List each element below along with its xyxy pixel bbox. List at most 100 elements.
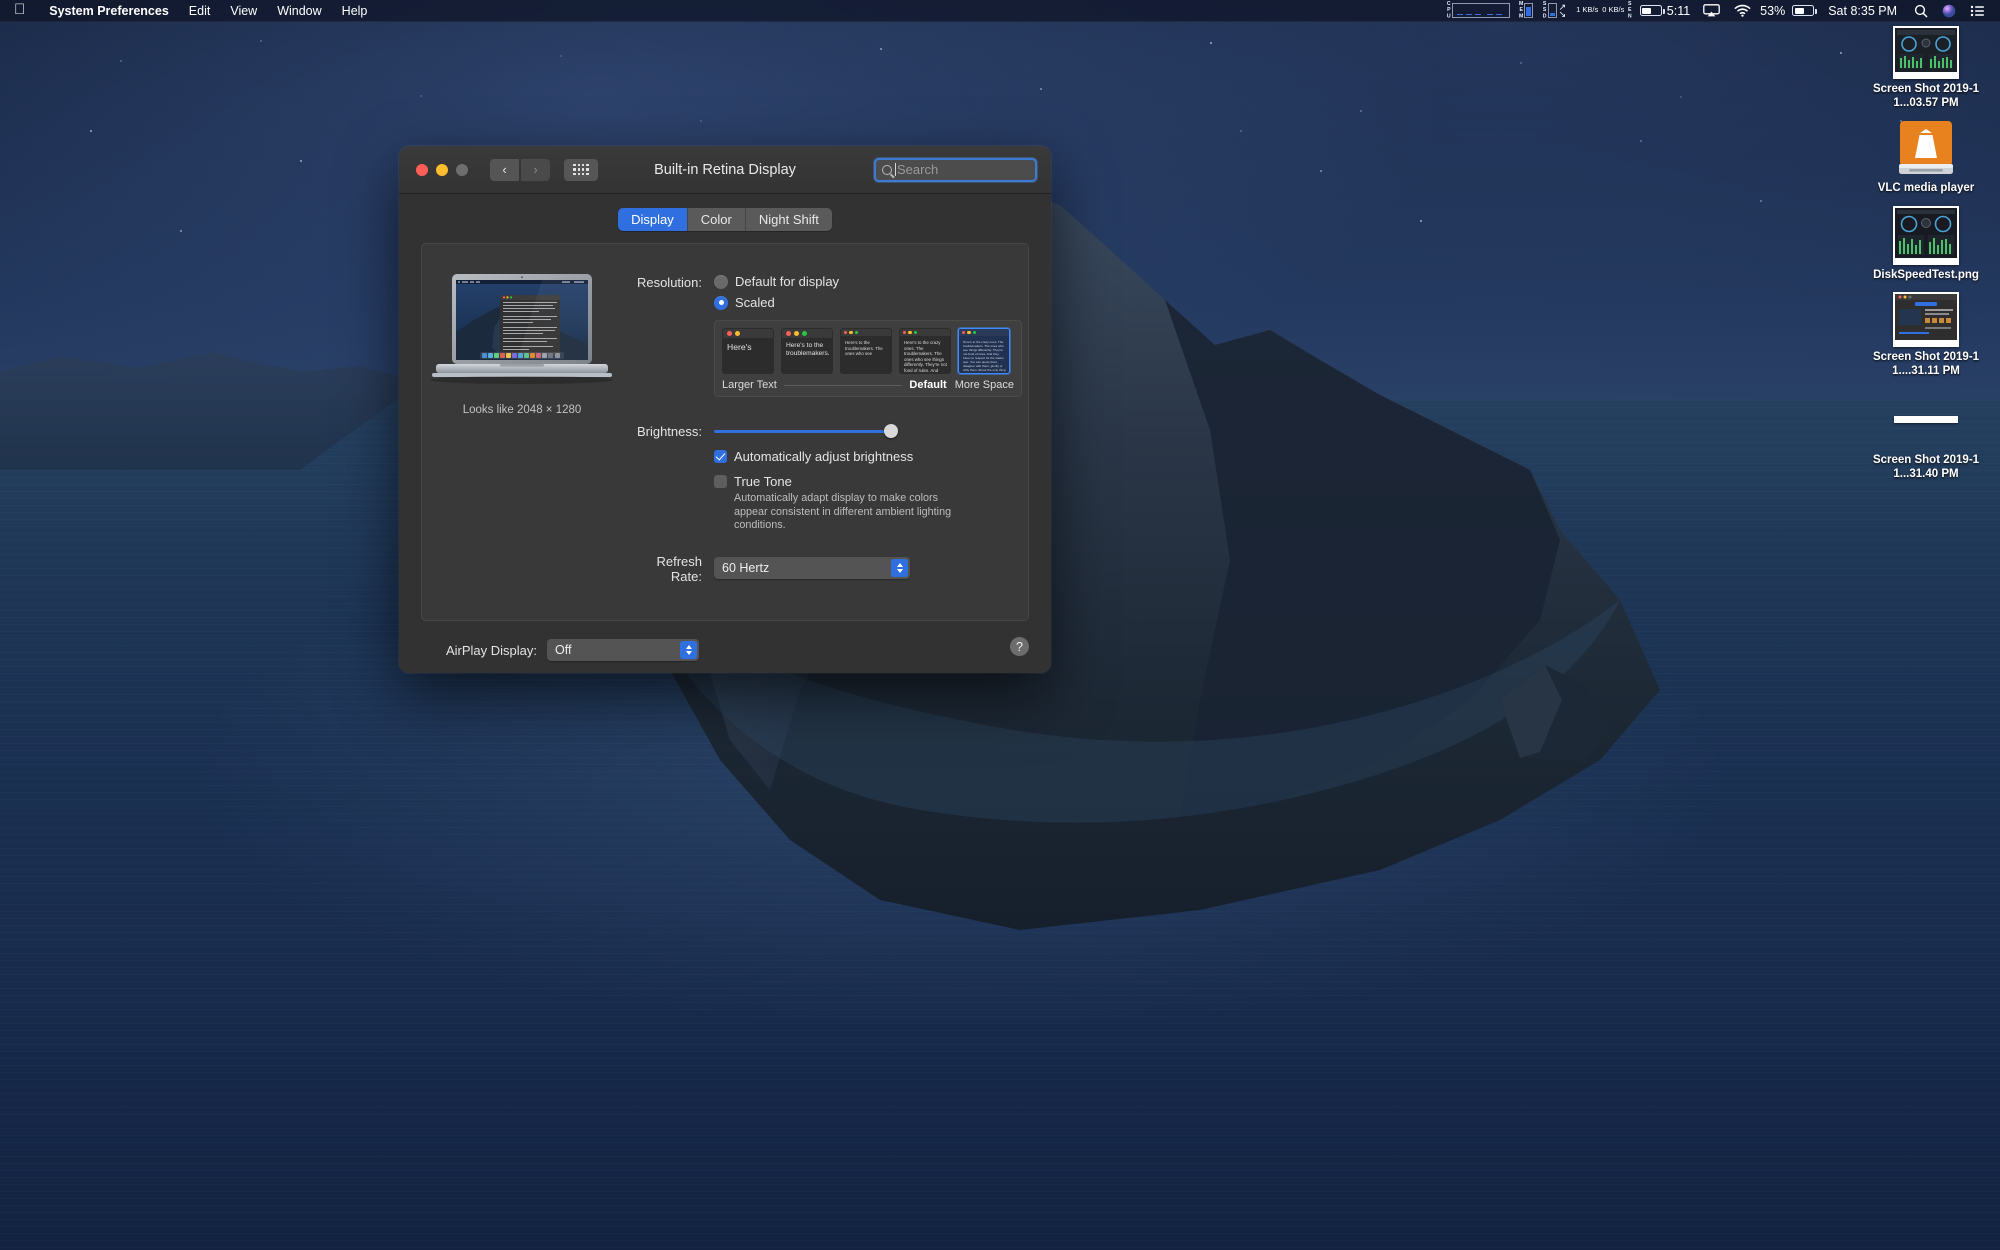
scale-thumb-text: Here's to the troublemakers. The ones wh… [841, 336, 891, 357]
radio-scaled[interactable]: Scaled [714, 295, 1022, 310]
window-traffic-lights[interactable] [416, 164, 468, 176]
scale-option-3[interactable]: Here's to the troublemakers. The ones wh… [840, 328, 892, 374]
scale-option-2[interactable]: Here's to the troublemakers. [781, 328, 833, 374]
ssd-arrows-icon: ↗↘ [1559, 2, 1567, 20]
desktop-icon-screenshot-1[interactable]: Screen Shot 2019-11...03.57 PM [1862, 26, 1990, 110]
scale-thumb-text: Here's to the troublemakers. [782, 338, 832, 359]
menu-bar[interactable]:  System Preferences Edit View Window He… [0, 0, 2000, 22]
window-title-bar[interactable]: ‹ › Built-in Retina Display Search [399, 146, 1051, 194]
scale-option-default[interactable]: Here's to the crazy ones. The troublemak… [899, 328, 951, 374]
true-tone-label: True Tone [734, 474, 792, 489]
scale-thumbnail[interactable]: Here's [722, 328, 774, 374]
ssd-bar-icon [1548, 3, 1557, 18]
menu-item-edit[interactable]: Edit [179, 4, 221, 18]
stepper-arrows-icon[interactable] [680, 641, 697, 659]
prefs-window-thumb-icon [1895, 294, 1957, 340]
ssd-monitor[interactable]: SSD ↗↘ [1541, 2, 1566, 20]
navigation-buttons[interactable]: ‹ › [490, 159, 550, 181]
desktop-icon-vlc[interactable]: VLC media player [1862, 120, 1990, 196]
scale-thumb-text: Here's [723, 338, 773, 353]
siri-icon[interactable] [1942, 4, 1956, 18]
forward-button: › [521, 159, 550, 181]
radio-button[interactable] [714, 296, 728, 310]
clock-datetime[interactable]: Sat 8:35 PM [1828, 4, 1897, 18]
mem-label: MEM [1518, 2, 1523, 19]
menu-item-help[interactable]: Help [332, 4, 378, 18]
search-icon [882, 165, 892, 175]
scale-thumbnail[interactable]: Here's to the troublemakers. The ones wh… [840, 328, 892, 374]
search-field-wrapper[interactable]: Search [874, 158, 1037, 182]
wifi-icon[interactable] [1734, 4, 1751, 17]
brightness-label: Brightness: [622, 423, 702, 439]
close-button[interactable] [416, 164, 428, 176]
control-center-icon[interactable] [1970, 5, 1985, 17]
brightness-slider[interactable] [714, 424, 896, 438]
airplay-display-value: Off [555, 643, 571, 657]
cpu-monitor[interactable]: CPU [1445, 2, 1509, 19]
true-tone-description: Automatically adapt display to make colo… [734, 492, 966, 533]
network-speed-down[interactable]: 0 KB/s SEN [1600, 2, 1632, 19]
tab-bar[interactable]: Display Color Night Shift [399, 194, 1051, 243]
scale-thumbnail[interactable]: Here's to the crazy ones. The troublemak… [899, 328, 951, 374]
battery-small-icon [1640, 5, 1662, 16]
displays-preferences-window[interactable]: ‹ › Built-in Retina Display Search Displ… [399, 146, 1051, 673]
scale-option-1[interactable]: Here's [722, 328, 774, 374]
memory-monitor[interactable]: MEM [1518, 2, 1533, 19]
airplay-icon[interactable] [1703, 4, 1720, 17]
network-speed-monitor[interactable]: 1 KB/s [1574, 6, 1600, 14]
help-button[interactable]: ? [1010, 637, 1029, 656]
auto-brightness-checkbox-row[interactable]: Automatically adjust brightness [714, 449, 1022, 464]
screenshot-thumbnail [1893, 26, 1959, 79]
desktop-icon-label: Screen Shot 2019-11...31.40 PM [1866, 454, 1986, 481]
refresh-rate-dropdown[interactable]: 60 Hertz [714, 557, 910, 579]
battery-time-indicator[interactable]: 5:11 [1640, 4, 1692, 18]
window-bottom-section: AirPlay Display: Off Show mirroring opti… [399, 621, 1051, 673]
slider-knob[interactable] [884, 424, 898, 438]
menu-item-system-preferences[interactable]: System Preferences [39, 4, 179, 18]
apple-logo-icon[interactable]:  [14, 2, 25, 17]
radio-button[interactable] [714, 275, 728, 289]
search-icon[interactable] [1914, 4, 1928, 18]
desktop-icon-screenshot-2[interactable]: Screen Shot 2019-11....31.11 PM [1862, 292, 1990, 378]
scale-thumbnail[interactable]: Here's to the troublemakers. [781, 328, 833, 374]
desktop-icon-label: Screen Shot 2019-11...03.57 PM [1866, 83, 1986, 110]
tab-display[interactable]: Display [618, 208, 688, 231]
auto-brightness-checkbox[interactable] [714, 450, 727, 463]
minimize-button[interactable] [436, 164, 448, 176]
true-tone-checkbox[interactable] [714, 475, 727, 488]
screenshot-thumbnail [1893, 292, 1959, 347]
scale-thumbnail-selected[interactable]: Here's to the crazy ones. The troublemak… [958, 328, 1010, 374]
desktop-icon-diskspeedtest[interactable]: DiskSpeedTest.png [1862, 206, 1990, 283]
auto-brightness-label: Automatically adjust brightness [734, 449, 913, 464]
airplay-display-dropdown[interactable]: Off [547, 639, 699, 661]
menu-item-view[interactable]: View [220, 4, 267, 18]
desktop-icon-list[interactable]: Screen Shot 2019-11...03.57 PM VLC media… [1862, 26, 1990, 491]
sensor-label: SEN [1626, 2, 1631, 19]
tab-night-shift[interactable]: Night Shift [746, 208, 832, 231]
back-button[interactable]: ‹ [490, 159, 519, 181]
thin-screenshot-thumbnail [1894, 388, 1958, 450]
stepper-arrows-icon[interactable] [891, 559, 908, 577]
vlc-disk-image-icon [1895, 120, 1957, 178]
radio-label: Scaled [735, 295, 775, 310]
desktop-icon-label: VLC media player [1878, 182, 1975, 196]
scale-label-more-space: More Space [955, 379, 1014, 391]
scaled-resolution-picker[interactable]: Here's Here's to the troublemakers. [714, 320, 1022, 397]
search-input[interactable]: Search [874, 158, 1037, 182]
wallpaper-water-sheen [0, 640, 2000, 1020]
macbook-preview-image [422, 270, 622, 390]
net-up-speed: 1 KB/s [1576, 6, 1598, 14]
brightness-row: Brightness: [622, 423, 1022, 439]
desktop-icon-screenshot-3[interactable]: Screen Shot 2019-11...31.40 PM [1862, 388, 1990, 481]
tab-color[interactable]: Color [688, 208, 746, 231]
slider-track [714, 430, 896, 433]
menu-bar-status-area[interactable]: CPU MEM SSD ↗↘ 1 KB/s 0 KB/s SEN 5:11 [1441, 2, 2000, 20]
battery-time-remaining: 5:11 [1667, 4, 1690, 18]
true-tone-checkbox-row[interactable]: True Tone [714, 474, 1022, 489]
display-settings-column: Resolution: Default for display Scaled [622, 244, 1042, 620]
scale-option-more-space[interactable]: Here's to the crazy ones. The troublemak… [958, 328, 1010, 374]
show-all-button[interactable] [564, 159, 598, 181]
radio-default-for-display[interactable]: Default for display [714, 274, 1022, 289]
battery-icon[interactable] [1792, 5, 1814, 16]
menu-item-window[interactable]: Window [267, 4, 331, 18]
